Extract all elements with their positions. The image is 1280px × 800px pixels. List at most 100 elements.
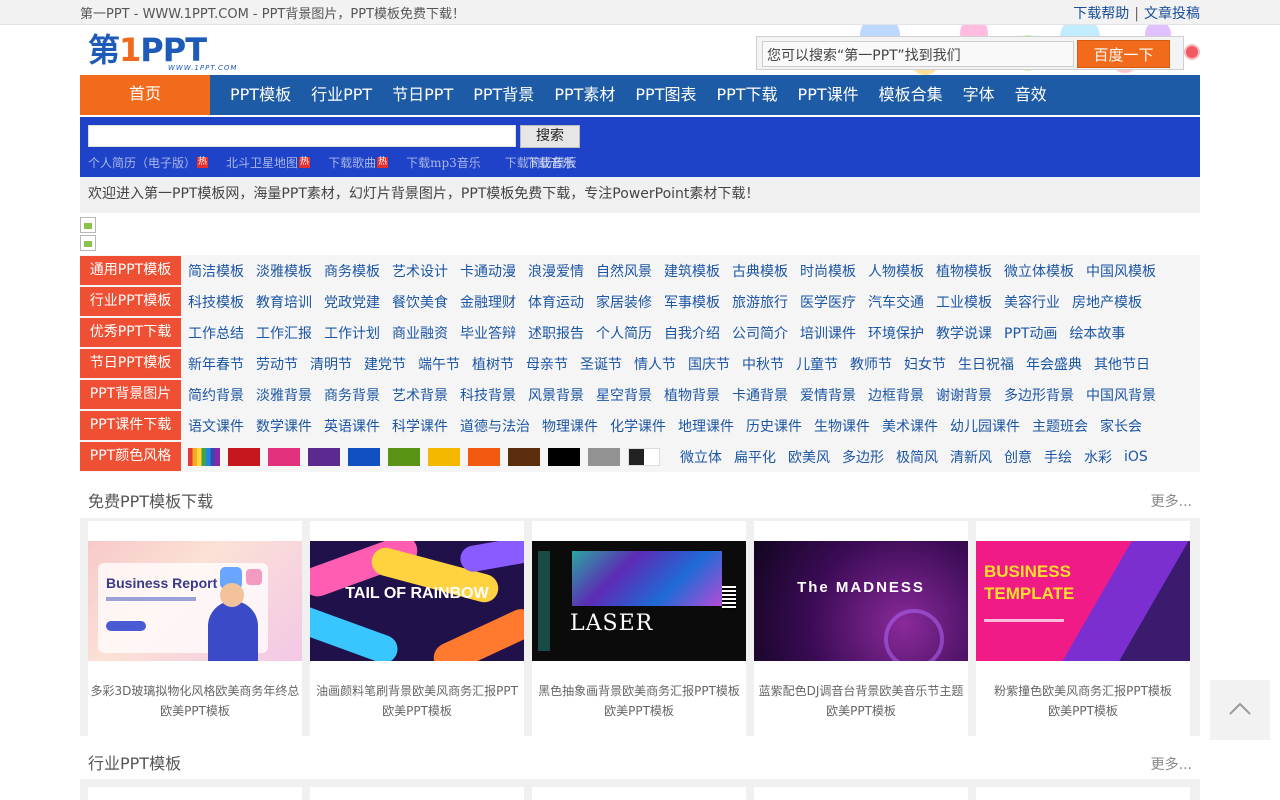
category-link[interactable]: 数学课件 bbox=[256, 416, 312, 436]
category-link[interactable]: 儿童节 bbox=[796, 354, 838, 374]
category-link[interactable]: 建党节 bbox=[364, 354, 406, 374]
nav-item[interactable]: PPT图表 bbox=[625, 76, 706, 114]
template-caption[interactable]: 蓝紫配色DJ调音台背景欧美音乐节主题 欧美PPT模板 bbox=[754, 681, 968, 721]
keyword-search-button[interactable]: 搜索 bbox=[520, 125, 580, 148]
category-link[interactable]: 毕业答辩 bbox=[460, 323, 516, 343]
template-thumbnail[interactable]: BUSINESS TEMPLATE bbox=[976, 541, 1190, 661]
category-link[interactable]: 中国风模板 bbox=[1086, 261, 1156, 281]
color-swatch[interactable] bbox=[268, 447, 300, 466]
color-swatch[interactable] bbox=[308, 447, 340, 466]
template-thumbnail[interactable]: The MADNESS bbox=[754, 541, 968, 661]
style-link[interactable]: 创意 bbox=[1004, 447, 1032, 467]
category-link[interactable]: 其他节日 bbox=[1094, 354, 1150, 374]
style-link[interactable]: 微立体 bbox=[680, 447, 722, 467]
category-link[interactable]: 语文课件 bbox=[188, 416, 244, 436]
search-input[interactable]: 您可以搜索“第一PPT”找到我们 bbox=[762, 41, 1074, 67]
nav-item[interactable]: 模板合集 bbox=[869, 76, 953, 114]
color-swatch[interactable] bbox=[348, 447, 380, 466]
category-link[interactable]: 商务背景 bbox=[324, 385, 380, 405]
style-link[interactable]: 欧美风 bbox=[788, 447, 830, 467]
style-link[interactable]: iOS bbox=[1124, 449, 1148, 465]
category-link[interactable]: 微立体模板 bbox=[1004, 261, 1074, 281]
template-caption[interactable]: 多彩3D玻璃拟物化风格欧美商务年终总 欧美PPT模板 bbox=[88, 681, 302, 721]
color-swatch[interactable] bbox=[388, 447, 420, 466]
category-link[interactable]: 生日祝福 bbox=[958, 354, 1014, 374]
category-link[interactable]: 家长会 bbox=[1100, 416, 1142, 436]
category-link[interactable]: 母亲节 bbox=[526, 354, 568, 374]
more-link[interactable]: 更多... bbox=[1151, 491, 1192, 511]
category-link[interactable]: 谢谢背景 bbox=[936, 385, 992, 405]
category-link[interactable]: 妇女节 bbox=[904, 354, 946, 374]
category-link[interactable]: 教学说课 bbox=[936, 323, 992, 343]
nav-item[interactable]: 字体 bbox=[953, 76, 1005, 114]
category-label[interactable]: 行业PPT模板 bbox=[80, 287, 181, 316]
category-link[interactable]: 历史课件 bbox=[746, 416, 802, 436]
category-link[interactable]: 星空背景 bbox=[596, 385, 652, 405]
category-link[interactable]: 艺术背景 bbox=[392, 385, 448, 405]
category-link[interactable]: 淡雅模板 bbox=[256, 261, 312, 281]
category-label[interactable]: 通用PPT模板 bbox=[80, 256, 181, 285]
category-link[interactable]: 培训课件 bbox=[800, 323, 856, 343]
color-swatch[interactable] bbox=[548, 447, 580, 466]
more-link[interactable]: 更多... bbox=[1151, 754, 1192, 774]
template-card[interactable] bbox=[754, 787, 968, 800]
template-card[interactable] bbox=[976, 787, 1190, 800]
category-link[interactable]: 工业模板 bbox=[936, 292, 992, 312]
style-link[interactable]: 水彩 bbox=[1084, 447, 1112, 467]
template-card[interactable]: TAIL OF RAINBOW 油画颜料笔刷背景欧美风商务汇报PPT 欧美PPT模… bbox=[310, 521, 524, 736]
category-link[interactable]: 年会盛典 bbox=[1026, 354, 1082, 374]
template-card[interactable] bbox=[532, 787, 746, 800]
template-thumbnail[interactable]: LASER bbox=[532, 541, 746, 661]
nav-item[interactable]: 行业PPT bbox=[301, 76, 382, 114]
category-link[interactable]: 简洁模板 bbox=[188, 261, 244, 281]
category-link[interactable]: 植物背景 bbox=[664, 385, 720, 405]
category-link[interactable]: 劳动节 bbox=[256, 354, 298, 374]
template-caption[interactable]: 油画颜料笔刷背景欧美风商务汇报PPT 欧美PPT模板 bbox=[310, 681, 524, 721]
color-swatch[interactable] bbox=[428, 447, 460, 466]
category-link[interactable]: 道德与法治 bbox=[460, 416, 530, 436]
style-link[interactable]: 手绘 bbox=[1044, 447, 1072, 467]
template-card[interactable] bbox=[310, 787, 524, 800]
nav-item[interactable]: PPT素材 bbox=[544, 76, 625, 114]
category-link[interactable]: 环境保护 bbox=[868, 323, 924, 343]
download-help-link[interactable]: 下载帮助 bbox=[1073, 6, 1129, 22]
category-link[interactable]: 古典模板 bbox=[732, 261, 788, 281]
category-link[interactable]: 主题班会 bbox=[1032, 416, 1088, 436]
hot-keyword[interactable]: 北斗卫星地图热 bbox=[226, 154, 311, 171]
category-link[interactable]: 圣诞节 bbox=[580, 354, 622, 374]
category-link[interactable]: 工作总结 bbox=[188, 323, 244, 343]
category-link[interactable]: 个人简历 bbox=[596, 323, 652, 343]
baidu-search-button[interactable]: 百度一下 bbox=[1077, 40, 1170, 68]
category-link[interactable]: 商务模板 bbox=[324, 261, 380, 281]
category-link[interactable]: 科学课件 bbox=[392, 416, 448, 436]
category-link[interactable]: 人物模板 bbox=[868, 261, 924, 281]
category-label[interactable]: 优秀PPT下载 bbox=[80, 318, 181, 347]
hot-keyword[interactable]: 下载歌曲热 bbox=[328, 154, 389, 171]
template-card[interactable]: BUSINESS TEMPLATE 粉紫撞色欧美风商务汇报PPT模板 欧美PPT模… bbox=[976, 521, 1190, 736]
category-link[interactable]: 公司简介 bbox=[732, 323, 788, 343]
category-link[interactable]: 淡雅背景 bbox=[256, 385, 312, 405]
hot-keyword[interactable]: 个人简历（电子版）热 bbox=[88, 154, 209, 171]
hot-keyword[interactable]: 下载mp3音乐 bbox=[406, 154, 481, 171]
broken-image-icon[interactable] bbox=[80, 217, 96, 233]
category-link[interactable]: 工作计划 bbox=[324, 323, 380, 343]
category-link[interactable]: 教师节 bbox=[850, 354, 892, 374]
category-link[interactable]: 商业融资 bbox=[392, 323, 448, 343]
category-link[interactable]: 艺术设计 bbox=[392, 261, 448, 281]
category-link[interactable]: 中秋节 bbox=[742, 354, 784, 374]
category-link[interactable]: 新年春节 bbox=[188, 354, 244, 374]
template-card[interactable] bbox=[88, 787, 302, 800]
category-link[interactable]: 边框背景 bbox=[868, 385, 924, 405]
back-to-top-button[interactable] bbox=[1210, 680, 1270, 740]
category-label[interactable]: PPT背景图片 bbox=[80, 380, 181, 409]
nav-item[interactable]: PPT下载 bbox=[706, 76, 787, 114]
category-link[interactable]: 美容行业 bbox=[1004, 292, 1060, 312]
template-caption[interactable]: 黑色抽象画背景欧美商务汇报PPT模板 欧美PPT模板 bbox=[532, 681, 746, 721]
nav-item[interactable]: PPT背景 bbox=[463, 76, 544, 114]
template-card[interactable]: LASER 黑色抽象画背景欧美商务汇报PPT模板 欧美PPT模板 bbox=[532, 521, 746, 736]
category-link[interactable]: 中国风背景 bbox=[1086, 385, 1156, 405]
category-link[interactable]: 绘本故事 bbox=[1069, 323, 1125, 343]
category-link[interactable]: 房地产模板 bbox=[1072, 292, 1142, 312]
color-swatch[interactable] bbox=[508, 447, 540, 466]
keyword-input[interactable] bbox=[88, 125, 516, 147]
